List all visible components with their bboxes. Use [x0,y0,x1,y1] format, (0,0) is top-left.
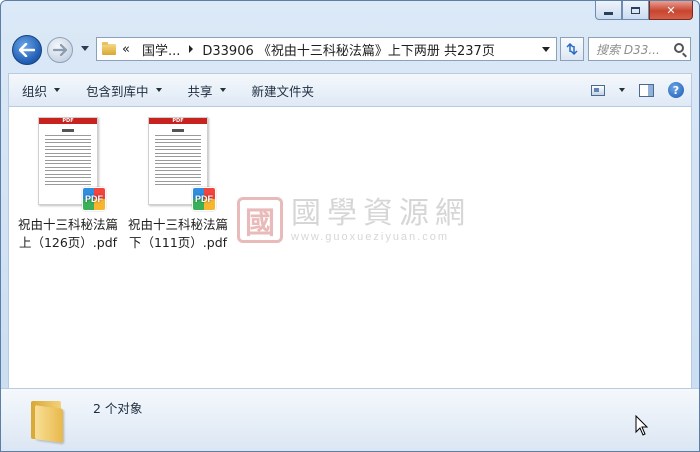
new-folder-label: 新建文件夹 [251,83,315,99]
breadcrumb-segment-current-folder[interactable]: D33906 《祝由十三科秘法篇》上下两册 共237页 [196,40,500,59]
minimize-icon [604,11,613,15]
folder-icon [102,41,116,55]
close-icon: ✕ [666,3,676,17]
watermark-title: 國學資源網 [291,196,471,231]
folder-icon [27,397,67,443]
watermark-seal-logo: 國 [237,197,283,243]
pdf-thumbnail: PDF PDF [146,115,216,211]
address-overflow-chevron[interactable]: « [116,42,136,57]
navigation-bar: « 国学... D33906 《祝由十三科秘法篇》上下两册 共237页 搜索 D… [1,29,699,71]
refresh-icon [566,43,578,55]
arrow-right-icon [53,44,67,56]
include-in-library-button[interactable]: 包含到库中 [73,74,175,106]
search-icon[interactable] [674,43,684,53]
minimize-button[interactable] [595,1,622,20]
file-item[interactable]: PDF PDF 祝由十三科秘法篇 上（126页）.pdf [12,115,124,252]
maximize-button[interactable] [622,1,649,20]
organize-label: 组织 [22,83,48,99]
caret-down-icon [54,88,61,92]
caret-down-icon [155,88,162,92]
view-options-dropdown[interactable] [613,74,631,106]
pdf-file-icon: PDF [82,187,106,211]
command-bar: 组织 包含到库中 共享 新建文件夹 ? [8,73,692,107]
view-icon [591,84,605,96]
breadcrumb-arrow-icon[interactable] [189,45,194,53]
change-view-button[interactable] [583,74,613,106]
file-name: 祝由十三科秘法篇 上（126页）.pdf [17,217,118,250]
share-button[interactable]: 共享 [175,74,239,106]
help-button[interactable]: ? [661,74,691,106]
pdf-header-band: PDF [39,118,97,124]
watermark: 國 國學資源網 www.guoxueziyuan.com [237,197,471,243]
caret-down-icon [219,88,226,92]
back-button[interactable] [12,35,42,65]
item-count-status: 2 个对象 [93,401,143,416]
pdf-header-band: PDF [149,118,207,124]
new-folder-button[interactable]: 新建文件夹 [239,74,328,106]
details-pane: 2 个对象 [1,388,699,451]
file-item[interactable]: PDF PDF 祝由十三科秘法篇 下（111页）.pdf [122,115,234,252]
mouse-cursor-icon [635,415,649,436]
file-name: 祝由十三科秘法篇 下（111页）.pdf [127,217,228,250]
watermark-url: www.guoxueziyuan.com [291,231,450,243]
maximize-icon [631,6,640,14]
organize-button[interactable]: 组织 [9,74,73,106]
close-button[interactable]: ✕ [649,1,693,20]
preview-pane-button[interactable] [631,74,661,106]
pdf-thumbnail: PDF PDF [36,115,106,211]
pdf-file-icon: PDF [192,187,216,211]
address-bar[interactable]: « 国学... D33906 《祝由十三科秘法篇》上下两册 共237页 [96,37,557,61]
refresh-button[interactable] [560,37,584,61]
include-in-library-label: 包含到库中 [86,83,149,99]
toolbar-right-group: ? [583,74,691,106]
explorer-window: ✕ « 国学... D33906 《祝由十三科秘法篇》上下两册 共237页 搜索… [0,0,700,452]
breadcrumb-segment-guoxue[interactable]: 国学... [136,40,186,59]
search-box[interactable]: 搜索 D33... [588,37,691,61]
caption-buttons: ✕ [595,1,693,20]
caret-down-icon [619,88,625,92]
help-icon: ? [668,82,684,98]
recent-pages-dropdown-icon[interactable] [81,46,89,51]
arrow-left-icon [19,43,35,57]
file-list-pane[interactable]: PDF PDF 祝由十三科秘法篇 上（126页）.pdf PDF PDF 祝由十… [8,107,692,388]
address-dropdown-icon[interactable] [542,47,550,52]
preview-pane-icon [638,83,654,97]
share-label: 共享 [187,83,213,99]
forward-button[interactable] [47,37,73,63]
search-input[interactable]: 搜索 D33... [596,41,674,58]
